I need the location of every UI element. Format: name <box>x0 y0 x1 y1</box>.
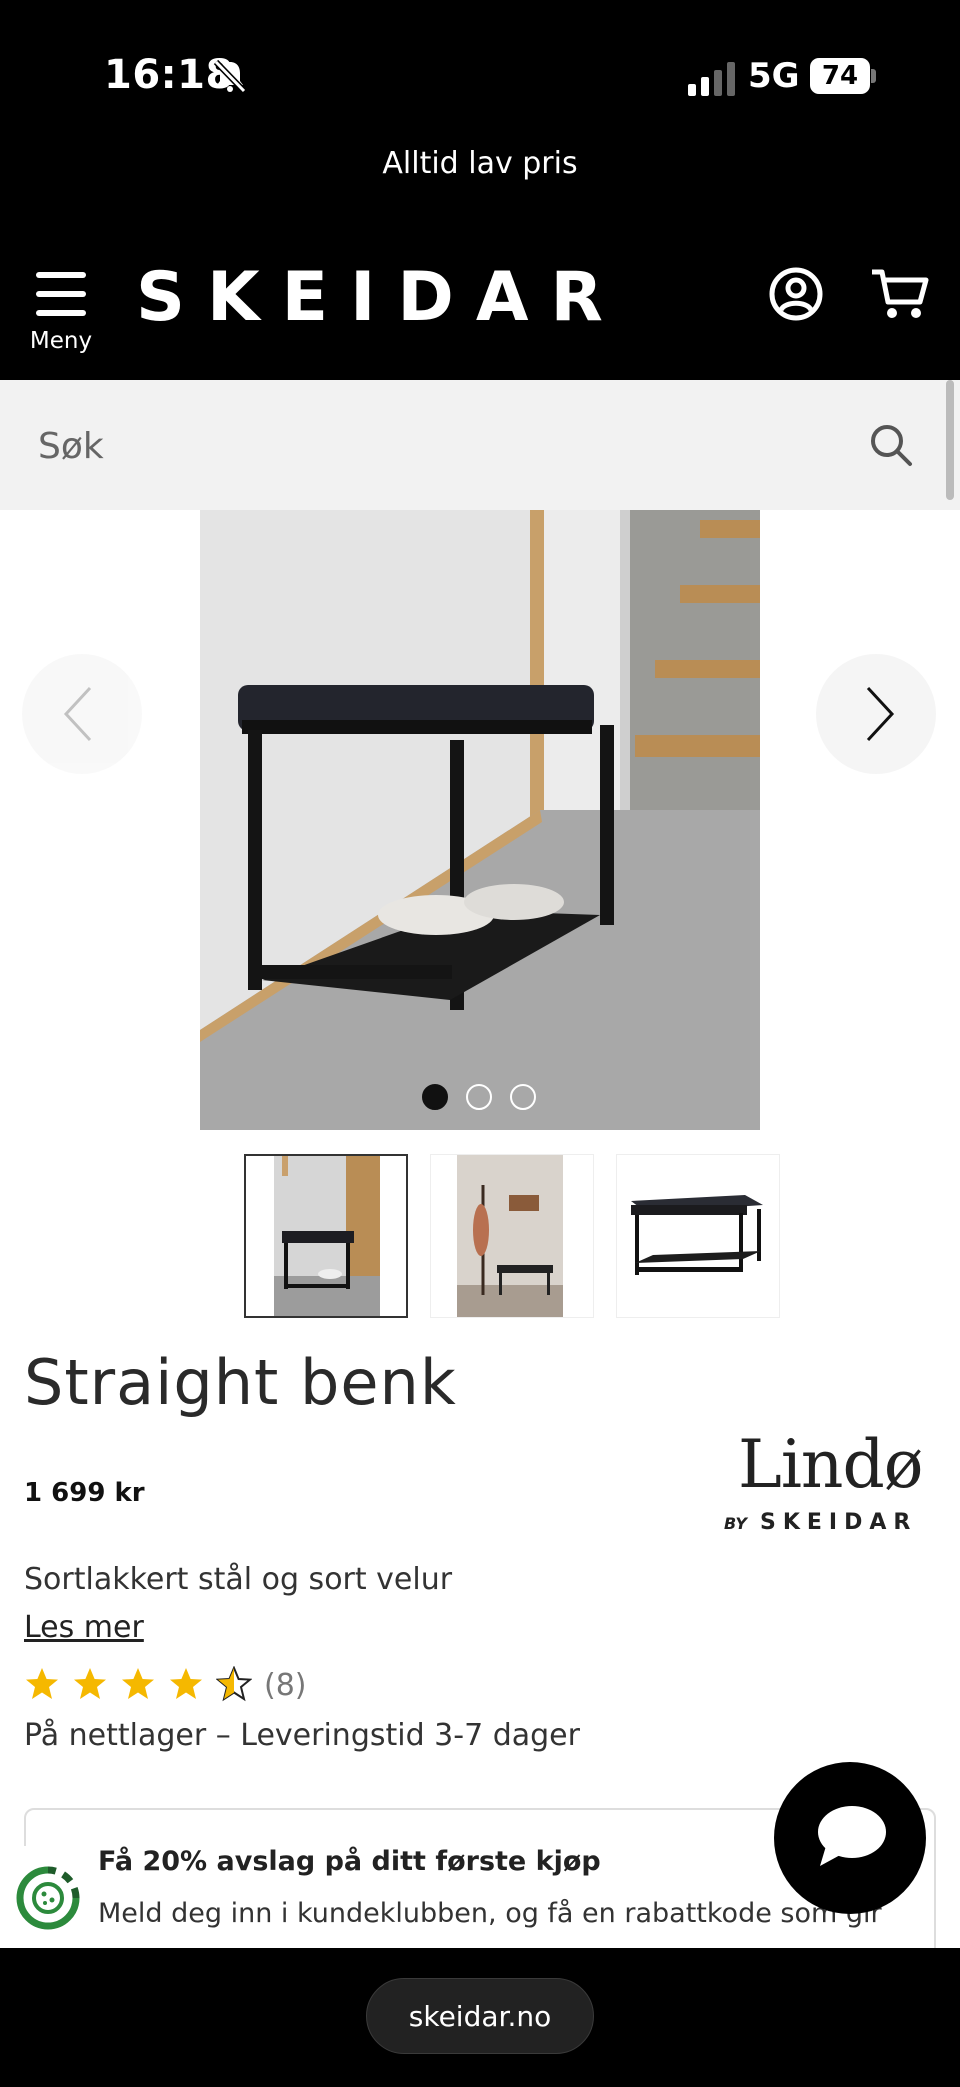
chevron-left-icon <box>63 686 92 742</box>
top-header-area: 16:18 5G 74 Alltid lav pris Meny SKEIDAR <box>0 0 960 380</box>
carousel-dot[interactable] <box>422 1084 448 1110</box>
product-image-carousel <box>0 510 960 1130</box>
product-title: Straight benk <box>24 1346 457 1419</box>
thumbnail-3[interactable] <box>616 1154 780 1318</box>
star-full-icon <box>26 1668 58 1699</box>
hamburger-icon <box>36 272 86 316</box>
product-rating[interactable]: (8) <box>24 1666 424 1706</box>
product-description: Sortlakkert stål og sort velur <box>24 1562 453 1597</box>
menu-label: Meny <box>29 328 93 354</box>
rating-count: (8) <box>264 1668 307 1703</box>
star-full-icon <box>170 1668 202 1699</box>
battery-indicator: 74 <box>810 58 870 94</box>
thumbnail-strip <box>244 1154 784 1318</box>
thumbnail-1[interactable] <box>244 1154 408 1318</box>
star-half-icon <box>216 1666 252 1702</box>
browser-bottom-bar: skeidar.no <box>0 1948 960 2087</box>
network-label: 5G <box>748 56 800 96</box>
brand-by: BY <box>724 1514 747 1533</box>
chat-button[interactable] <box>774 1762 926 1914</box>
cart-icon[interactable] <box>870 266 930 322</box>
search-bar <box>0 380 960 510</box>
search-input[interactable] <box>38 418 818 474</box>
page-scrollbar[interactable] <box>946 380 954 500</box>
brand-logo[interactable]: Lindø BY SKEIDAR <box>720 1420 940 1540</box>
brand-name: Lindø <box>738 1426 923 1503</box>
chevron-right-icon <box>866 686 895 742</box>
carousel-next-button[interactable] <box>816 654 936 774</box>
url-bar[interactable]: skeidar.no <box>366 1978 594 2054</box>
signal-icon <box>688 62 735 96</box>
cookie-settings-button[interactable] <box>0 1846 100 1950</box>
promo-banner[interactable]: Alltid lav pris <box>0 146 960 181</box>
brand-sub: SKEIDAR <box>760 1510 918 1535</box>
club-title: Få 20% avslag på ditt første kjøp <box>98 1846 601 1877</box>
bench-photo <box>200 510 760 1130</box>
product-price: 1 699 kr <box>24 1478 145 1508</box>
star-full-icon <box>122 1668 154 1699</box>
search-icon[interactable] <box>868 422 914 468</box>
chat-bubble-icon <box>818 1806 886 1866</box>
thumbnail-2[interactable] <box>430 1154 594 1318</box>
carousel-dot[interactable] <box>510 1084 536 1110</box>
club-text: Meld deg inn i kundeklubben, og få en ra… <box>98 1898 882 1929</box>
battery-cap <box>871 69 876 83</box>
menu-button[interactable]: Meny <box>26 268 96 358</box>
carousel-dot[interactable] <box>466 1084 492 1110</box>
carousel-pagination <box>422 1084 542 1114</box>
bell-muted-icon <box>213 59 247 94</box>
skeidar-logo[interactable]: SKEIDAR <box>136 258 625 337</box>
star-full-icon <box>74 1668 106 1699</box>
carousel-prev-button[interactable] <box>22 654 142 774</box>
read-more-link[interactable]: Les mer <box>24 1610 144 1645</box>
cookie-icon <box>16 1866 80 1930</box>
delivery-info: På nettlager – Leveringstid 3-7 dager <box>24 1718 580 1753</box>
product-main-image[interactable] <box>200 510 760 1130</box>
account-icon[interactable] <box>768 266 824 322</box>
